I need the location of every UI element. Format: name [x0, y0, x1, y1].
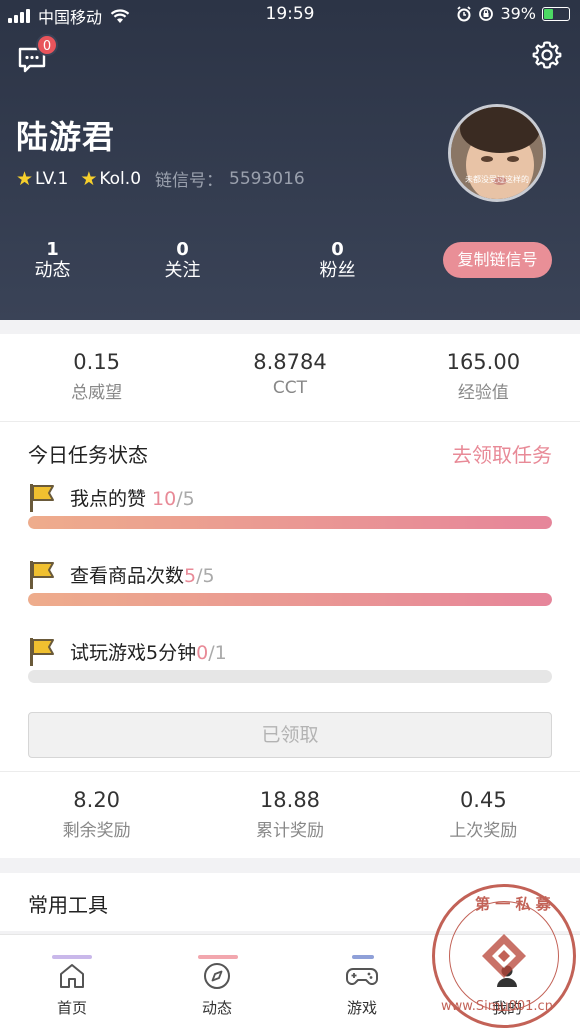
- metric-label: 经验值: [457, 383, 509, 403]
- metric-label: CCT: [272, 378, 308, 398]
- username: 陆游君: [16, 118, 116, 156]
- level-badge: ★ LV.1: [16, 168, 68, 190]
- stat-following[interactable]: 0 关注: [105, 240, 260, 282]
- tools-title: 常用工具: [28, 893, 108, 917]
- stat-value: 0: [176, 239, 189, 260]
- stats-row: 1 动态 0 关注 0 粉丝: [0, 240, 420, 282]
- watermark-stamp: 第 一 私 募 www.Simu001.cn: [432, 884, 576, 1028]
- status-bar: 中国移动 19:59 39%: [0, 0, 580, 28]
- tab-games[interactable]: 游戏: [322, 961, 402, 1018]
- task-current: 0: [196, 642, 209, 664]
- battery-percent: 39%: [500, 4, 536, 23]
- metric-experience: 165.00 经验值: [387, 334, 580, 421]
- task-item: 试玩游戏5分钟0/1: [0, 636, 580, 713]
- reward-label: 累计奖励: [255, 821, 324, 841]
- kol-text: Kol.0: [99, 168, 142, 189]
- reward-value: 8.20: [73, 788, 121, 812]
- get-tasks-link[interactable]: 去领取任务: [452, 439, 552, 468]
- chain-id-value: 5593016: [229, 168, 305, 189]
- flag-icon: [30, 484, 54, 512]
- level-text: LV.1: [35, 168, 69, 189]
- copy-chain-id-button[interactable]: 复制链信号: [443, 242, 552, 278]
- task-name: 试玩游戏5分钟0/1: [70, 638, 227, 665]
- task-name: 我点的赞 10/5: [70, 484, 195, 511]
- task-label: 试玩游戏5分钟: [70, 642, 197, 664]
- stamp-logo-icon: [482, 934, 526, 978]
- metric-cct: 8.8784 CCT: [193, 334, 386, 421]
- tab-label: 游戏: [346, 999, 377, 1017]
- message-badge: 0: [36, 34, 58, 56]
- star-icon: ★: [16, 167, 34, 190]
- reward-remaining: 8.20 剩余奖励: [0, 772, 193, 858]
- task-progress-bar: [28, 670, 552, 683]
- home-icon: [60, 964, 84, 988]
- alarm-icon: [457, 5, 472, 21]
- task-label: 查看商品次数: [70, 565, 185, 587]
- task-item: 查看商品次数5/5: [0, 559, 580, 636]
- rewards-row: 8.20 剩余奖励 18.88 累计奖励 0.45 上次奖励: [0, 771, 580, 858]
- reward-total: 18.88 累计奖励: [193, 772, 386, 858]
- claimed-button[interactable]: 已领取: [28, 712, 552, 758]
- task-current: 5: [184, 565, 197, 587]
- stat-label: 关注: [164, 260, 201, 281]
- reward-value: 18.88: [259, 788, 321, 812]
- task-progress-bar: [28, 593, 552, 606]
- task-progress-bar: [28, 516, 552, 529]
- settings-button[interactable]: [532, 40, 562, 70]
- task-name: 查看商品次数5/5: [70, 561, 215, 588]
- task-total: /5: [196, 565, 215, 587]
- avatar[interactable]: 未都没受过这样的: [448, 104, 546, 202]
- flag-icon: [30, 638, 54, 666]
- tool-peek: [52, 955, 92, 959]
- tab-label: 动态: [201, 999, 232, 1017]
- progress-fill: [28, 593, 552, 606]
- kol-badge: ★ Kol.0: [80, 168, 141, 190]
- metric-prestige: 0.15 总威望: [0, 334, 193, 421]
- reward-label: 上次奖励: [449, 821, 518, 841]
- gear-icon: [532, 41, 562, 69]
- metric-value: 8.8784: [253, 350, 327, 374]
- tool-peek: [198, 955, 238, 959]
- task-header: 今日任务状态 去领取任务: [0, 422, 580, 482]
- stat-label: 粉丝: [319, 260, 356, 281]
- stamp-bottom-text: www.Simu001.cn: [441, 999, 553, 1014]
- reward-label: 剩余奖励: [62, 821, 131, 841]
- tab-label: 首页: [56, 999, 87, 1017]
- profile-header: 中国移动 19:59 39% 0 陆游君 ★ LV.1 ★ Kol.0 链信号：…: [0, 0, 580, 320]
- battery-icon: [542, 6, 570, 21]
- gamepad-icon: [346, 968, 378, 985]
- star-icon: ★: [80, 167, 98, 190]
- stat-label: 动态: [34, 260, 71, 281]
- rotation-lock-icon: [479, 6, 494, 21]
- task-label: 我点的赞: [70, 488, 153, 510]
- progress-fill: [28, 516, 552, 529]
- metric-value: 165.00: [446, 350, 521, 374]
- compass-icon: [204, 963, 230, 989]
- reward-last: 0.45 上次奖励: [387, 772, 580, 858]
- tool-peek: [352, 955, 374, 959]
- stat-value: 1: [46, 239, 59, 260]
- task-total: /5: [176, 488, 195, 510]
- stat-posts[interactable]: 1 动态: [0, 240, 105, 282]
- task-section-title: 今日任务状态: [28, 443, 148, 467]
- stat-followers[interactable]: 0 粉丝: [260, 240, 415, 282]
- level-row: ★ LV.1 ★ Kol.0 链信号： 5593016: [16, 166, 305, 192]
- tasks-card: 0.15 总威望 8.8784 CCT 165.00 经验值 今日任务状态 去领…: [0, 334, 580, 858]
- tab-home[interactable]: 首页: [32, 961, 112, 1018]
- metric-label: 总威望: [71, 383, 123, 403]
- task-item: 我点的赞 10/5: [0, 482, 580, 559]
- stamp-top-text: 第 一 私 募: [475, 895, 551, 913]
- task-total: /1: [208, 642, 227, 664]
- avatar-photo: [451, 107, 543, 199]
- tab-feed[interactable]: 动态: [177, 961, 257, 1018]
- task-current: 10: [152, 488, 177, 510]
- avatar-caption: 未都没受过这样的: [465, 175, 529, 184]
- stat-value: 0: [331, 239, 344, 260]
- flag-icon: [30, 561, 54, 589]
- metrics-row: 0.15 总威望 8.8784 CCT 165.00 经验值: [0, 334, 580, 422]
- chain-id-label: 链信号：: [155, 171, 224, 191]
- metric-value: 0.15: [73, 350, 121, 374]
- reward-value: 0.45: [459, 788, 507, 812]
